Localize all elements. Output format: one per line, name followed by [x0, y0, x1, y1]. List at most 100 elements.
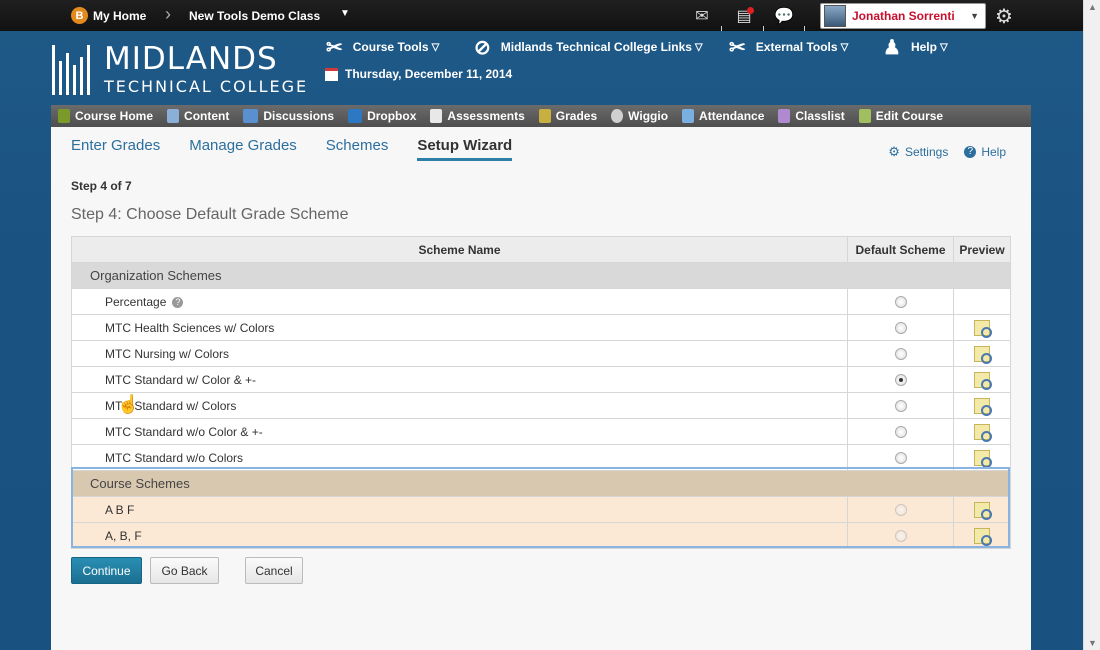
default-radio[interactable] — [894, 425, 907, 438]
table-row: MTC Standard w/o Colors — [71, 444, 1011, 471]
classlist-icon — [778, 109, 791, 123]
logo-text-line2: TECHNICAL COLLEGE — [104, 77, 309, 96]
continue-button[interactable]: Continue — [71, 557, 142, 584]
scrollbar[interactable]: ▲ ▼ — [1083, 0, 1100, 650]
group-row: Course Schemes — [71, 470, 1011, 497]
default-radio[interactable] — [894, 295, 907, 308]
default-cell — [847, 366, 954, 393]
default-radio[interactable] — [894, 529, 907, 542]
preview-icon[interactable] — [974, 423, 992, 442]
date-display: Thursday, December 11, 2014 — [325, 67, 512, 81]
user-menu[interactable]: Jonathan Sorrenti ▼ — [820, 3, 986, 29]
help-icon[interactable]: ? — [172, 296, 184, 308]
preview-icon[interactable] — [974, 527, 992, 546]
nav-attendance[interactable]: Attendance — [682, 109, 764, 123]
course-selector[interactable]: New Tools Demo Class — [189, 0, 320, 31]
chevron-right-icon: › — [165, 4, 171, 24]
table-row: MTC Nursing w/ Colors — [71, 340, 1011, 367]
chevron-down-icon: ▽ — [431, 41, 440, 53]
nav-grades[interactable]: Grades — [538, 109, 597, 123]
external-tools-menu[interactable]: ✂ External Tools ▽ — [729, 36, 849, 59]
tab-enter-grades[interactable]: Enter Grades — [71, 137, 160, 161]
logo-mark-icon — [52, 44, 90, 95]
nav-content[interactable]: Content — [167, 109, 229, 123]
tab-manage-grades[interactable]: Manage Grades — [189, 137, 297, 161]
gear-icon: ⚙ — [888, 144, 900, 159]
default-cell — [847, 522, 954, 549]
gear-icon[interactable]: ⚙ — [995, 4, 1013, 29]
grades-icon — [538, 109, 551, 123]
chevron-down-icon: ▽ — [694, 41, 703, 53]
scheme-name-cell: A B F — [71, 496, 848, 523]
course-tools-label: Course Tools — [352, 40, 429, 54]
preview-icon[interactable] — [974, 501, 992, 520]
default-cell — [847, 314, 954, 341]
preview-cell — [953, 340, 1011, 367]
group-row: Organization Schemes — [71, 262, 1011, 289]
course-tools-menu[interactable]: ✂ Course Tools ▽ — [326, 36, 440, 59]
settings-link[interactable]: Settings — [905, 145, 948, 159]
people-icon: ♟ — [883, 36, 901, 59]
chevron-down-icon[interactable]: ▼ — [340, 8, 350, 19]
chevron-down-icon: ▽ — [939, 41, 948, 53]
nav-classlist[interactable]: Classlist — [778, 109, 845, 123]
help-link[interactable]: Help — [981, 145, 1006, 159]
col-default-scheme: Default Scheme — [847, 236, 954, 263]
table-row: MTC Standard w/o Color & +- — [71, 418, 1011, 445]
table-row: MTC Health Sciences w/ Colors — [71, 314, 1011, 341]
college-logo[interactable]: MIDLANDS TECHNICAL COLLEGE — [52, 44, 308, 95]
home-icon[interactable]: B — [71, 7, 88, 24]
content-icon — [167, 109, 180, 123]
nav-dropbox[interactable]: Dropbox — [348, 109, 416, 123]
tab-setup-wizard[interactable]: Setup Wizard — [417, 137, 513, 161]
help-menu[interactable]: ♟ Help ▽ — [883, 36, 948, 59]
user-name: Jonathan Sorrenti — [852, 9, 955, 23]
my-home-link[interactable]: My Home — [93, 0, 146, 31]
current-date: Thursday, December 11, 2014 — [345, 67, 513, 81]
logo-text-line1: MIDLANDS — [104, 41, 278, 77]
preview-icon[interactable] — [974, 449, 992, 468]
alerts-icon[interactable]: ▤ — [734, 6, 754, 26]
preview-icon[interactable] — [974, 371, 992, 390]
nav-wiggio[interactable]: Wiggio — [611, 109, 668, 123]
college-links-menu[interactable]: ⊘ Midlands Technical College Links ▽ — [474, 36, 703, 59]
mail-icon[interactable]: ✉ — [692, 6, 712, 26]
group-label: Course Schemes — [71, 470, 1011, 497]
attendance-icon — [682, 109, 695, 123]
cancel-button[interactable]: Cancel — [245, 557, 303, 584]
scheme-name-cell: MTC Nursing w/ Colors — [71, 340, 848, 367]
tab-schemes[interactable]: Schemes — [326, 137, 389, 161]
default-radio[interactable] — [894, 321, 907, 334]
scroll-up-icon[interactable]: ▲ — [1088, 2, 1097, 12]
preview-icon[interactable] — [974, 397, 992, 416]
scheme-name-cell: MTC Standard w/o Color & +- — [71, 418, 848, 445]
default-radio-selected[interactable] — [894, 373, 907, 386]
nav-discussions[interactable]: Discussions — [243, 109, 334, 123]
default-radio[interactable] — [894, 503, 907, 516]
grades-tabs: Enter Grades Manage Grades Schemes Setup… — [71, 137, 541, 161]
default-radio[interactable] — [894, 451, 907, 464]
chevron-down-icon: ▽ — [840, 41, 849, 53]
hand-cursor-icon: ☝ — [117, 394, 140, 414]
nav-assessments[interactable]: Assessments — [430, 109, 525, 123]
help-menu-label: Help — [910, 40, 937, 54]
table-row: A, B, F — [71, 522, 1011, 549]
go-back-button[interactable]: Go Back — [150, 557, 219, 584]
divider — [763, 26, 764, 31]
preview-icon[interactable] — [974, 345, 992, 364]
link-icon: ⊘ — [474, 36, 491, 59]
chat-icon[interactable]: 💬 — [774, 6, 794, 26]
preview-cell — [953, 496, 1011, 523]
college-links-label: Midlands Technical College Links — [500, 40, 692, 54]
col-preview: Preview — [953, 236, 1011, 263]
preview-icon[interactable] — [974, 319, 992, 338]
default-cell — [847, 496, 954, 523]
default-cell — [847, 340, 954, 367]
scroll-down-icon[interactable]: ▼ — [1088, 638, 1097, 648]
default-radio[interactable] — [894, 399, 907, 412]
nav-course-home[interactable]: Course Home — [58, 109, 153, 123]
book-icon — [58, 109, 70, 123]
default-radio[interactable] — [894, 347, 907, 360]
default-cell — [847, 418, 954, 445]
nav-edit-course[interactable]: Edit Course — [858, 109, 943, 123]
